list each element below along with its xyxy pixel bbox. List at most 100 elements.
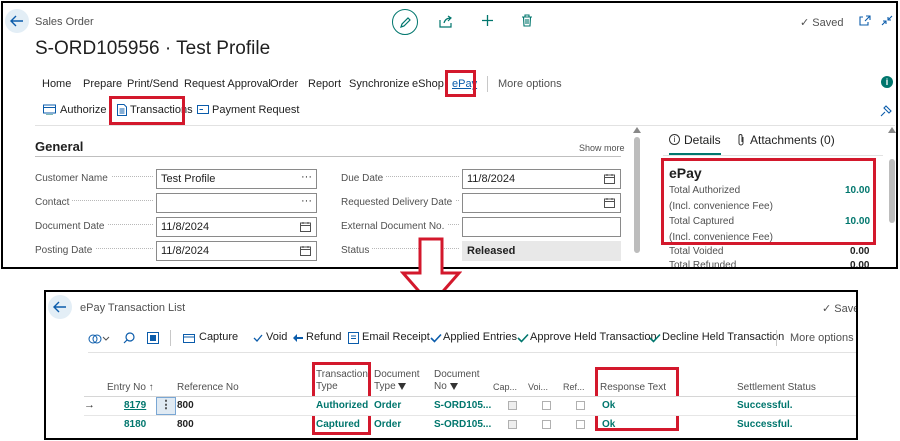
menu-home[interactable]: Home — [42, 78, 71, 90]
col-captured[interactable]: Cap... — [493, 382, 517, 392]
col-document-type[interactable]: Document Type — [374, 369, 420, 393]
calendar-icon[interactable] — [300, 246, 311, 256]
open-new-window-icon[interactable] — [859, 15, 871, 26]
delete-icon[interactable] — [521, 14, 533, 27]
factbox-scrollbar[interactable] — [888, 127, 896, 267]
row-actions-button[interactable]: ⋮ — [156, 397, 176, 415]
customer-name-input[interactable]: Test Profile ··· — [156, 169, 317, 189]
factbox-row-label: Total Voided — [669, 246, 724, 257]
menu-report[interactable]: Report — [308, 78, 341, 90]
personalize-pin-icon[interactable] — [880, 105, 892, 117]
checkmark-icon — [649, 333, 661, 343]
toolbar-divider — [170, 330, 171, 346]
document-type-value: Order — [374, 400, 402, 411]
menu-prepare[interactable]: Prepare — [83, 78, 122, 90]
sales-order-panel: Sales Order ✓ Saved S-ORD105956 · Test P… — [1, 1, 898, 269]
applied-entries-label: Applied Entries — [443, 331, 517, 343]
due-date-input[interactable]: 11/8/2024 — [462, 169, 621, 189]
list-layout-icon[interactable] — [147, 332, 159, 344]
main-scrollbar[interactable] — [633, 127, 641, 267]
status-value: Released — [467, 245, 516, 257]
scroll-thumb[interactable] — [634, 137, 640, 253]
email-receipt-label: Email Receipt — [362, 331, 430, 343]
requested-delivery-date-input[interactable] — [462, 193, 621, 213]
status-label: Status — [341, 245, 373, 256]
col-document-type-line1: Document — [374, 369, 420, 380]
calendar-icon[interactable] — [604, 174, 615, 184]
show-more-link[interactable]: Show more — [579, 143, 625, 153]
menu-more-options[interactable]: More options — [498, 78, 562, 90]
refunded-checkbox — [576, 401, 585, 410]
saved-indicator: ✓ Saved — [822, 302, 856, 315]
calendar-icon[interactable] — [300, 222, 311, 232]
field-external-document-no: External Document No. — [341, 217, 459, 237]
filter-icon[interactable] — [398, 382, 407, 390]
menu-eshop[interactable]: eShop — [412, 78, 444, 90]
entry-no-value[interactable]: 8180 — [124, 419, 146, 430]
back-button[interactable] — [5, 9, 29, 33]
captured-checkbox — [508, 420, 517, 429]
saved-text: Saved — [812, 17, 844, 29]
col-document-no-line2: No — [434, 381, 480, 393]
menu-synchronize[interactable]: Synchronize — [349, 78, 410, 90]
document-date-input[interactable]: 11/8/2024 — [156, 217, 317, 237]
highlight-epay — [445, 70, 476, 97]
checkmark-icon — [430, 333, 442, 343]
refund-label: Refund — [306, 331, 342, 343]
col-settlement-status[interactable]: Settlement Status — [737, 382, 816, 393]
highlight-epay-factbox — [661, 158, 876, 245]
filter-icon[interactable] — [449, 382, 458, 390]
field-posting-date: Posting Date — [35, 241, 153, 261]
collapse-icon[interactable] — [881, 15, 893, 26]
entry-no-link[interactable]: 8179 — [124, 400, 146, 411]
total-voided-value: 0.00 — [850, 246, 870, 257]
search-icon[interactable] — [123, 332, 135, 344]
transaction-list-panel: ePay Transaction List ✓ Saved Capture Vo… — [44, 290, 858, 440]
external-document-no-input[interactable] — [462, 217, 621, 237]
scroll-thumb[interactable] — [889, 159, 895, 223]
paperclip-icon — [738, 134, 744, 146]
toolbar-divider — [776, 330, 777, 346]
settlement-status-value: Successful. — [737, 419, 793, 430]
lookup-ellipsis-icon[interactable]: ··· — [301, 195, 312, 207]
captured-checkbox — [508, 401, 517, 410]
back-button[interactable] — [48, 295, 72, 319]
factbox-row-label: Total Refunded — [669, 260, 737, 269]
scroll-up-arrow[interactable] — [633, 127, 641, 133]
total-refunded-value: 0.00 — [850, 260, 870, 269]
col-voided[interactable]: Voi... — [528, 382, 548, 392]
table-row[interactable]: → 8179 ⋮ 800 Authorized Order S-ORD105..… — [84, 397, 856, 415]
info-circle-icon: i — [669, 134, 680, 145]
breadcrumb: Sales Order — [35, 16, 94, 28]
void-icon — [253, 334, 263, 342]
calendar-icon[interactable] — [604, 198, 615, 208]
col-reference-no[interactable]: Reference No — [177, 382, 239, 393]
posting-date-value: 11/8/2024 — [161, 245, 210, 257]
add-icon[interactable] — [481, 14, 494, 27]
document-type-value: Order — [374, 419, 402, 430]
response-text-value: Ok — [602, 419, 616, 430]
edit-button[interactable] — [392, 9, 418, 35]
info-icon[interactable]: i — [881, 76, 893, 88]
menu-print-send[interactable]: Print/Send — [127, 78, 178, 90]
contact-input[interactable]: ··· — [156, 193, 317, 213]
scroll-up-arrow[interactable] — [888, 127, 896, 133]
menu-order[interactable]: Order — [270, 78, 298, 90]
table-row[interactable]: 8180 800 Captured Order S-ORD105... Ok S… — [84, 416, 856, 434]
posting-date-input[interactable]: 11/8/2024 — [156, 241, 317, 261]
back-arrow-icon — [10, 15, 23, 27]
col-document-no[interactable]: Document No — [434, 369, 480, 393]
authorize-label: Authorize — [60, 104, 107, 116]
share-icon[interactable] — [439, 15, 453, 28]
menu-request-approval[interactable]: Request Approval — [184, 78, 271, 90]
capture-icon — [183, 334, 195, 343]
payment-request-label: Payment Request — [212, 104, 300, 116]
field-contact: Contact — [35, 193, 153, 213]
more-options[interactable]: More options — [790, 332, 854, 344]
field-document-date: Document Date — [35, 217, 153, 237]
lookup-ellipsis-icon[interactable]: ··· — [301, 171, 312, 183]
field-requested-delivery-date: Requested Delivery Date — [341, 193, 459, 213]
col-entry-no[interactable]: Entry No ↑ — [107, 382, 154, 393]
highlight-transactions — [109, 96, 185, 125]
col-refunded[interactable]: Ref... — [563, 382, 585, 392]
